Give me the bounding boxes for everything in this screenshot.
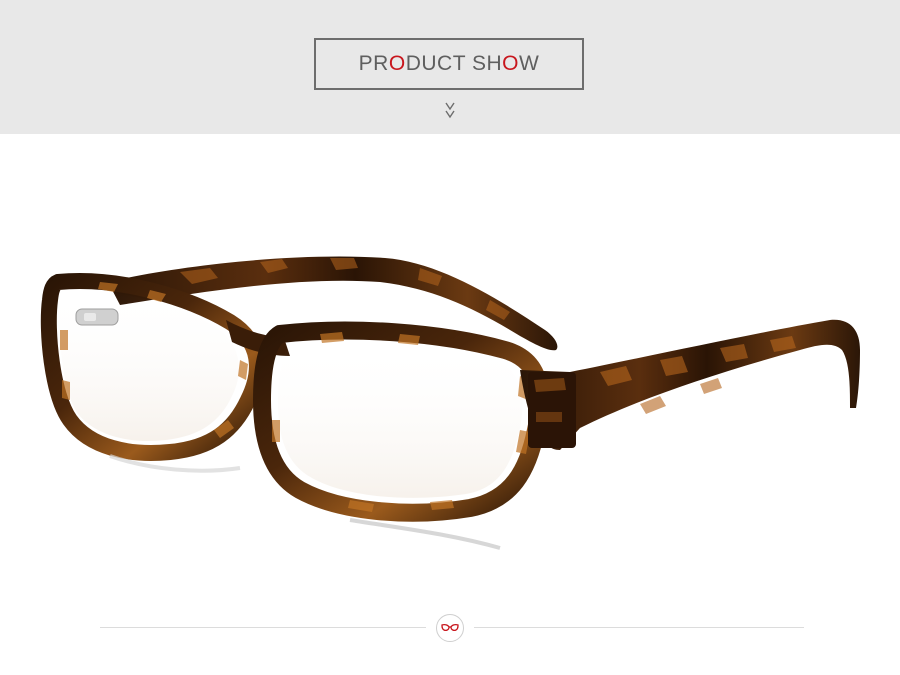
title-part-4-accent: O	[502, 52, 519, 75]
title-part-3: DUCT SH	[405, 52, 503, 75]
eyeglasses-product-photo	[40, 256, 860, 550]
divider-line-left	[100, 627, 426, 628]
divider-line-right	[474, 627, 804, 628]
product-show-title: PR O DUCT SH O W	[314, 38, 584, 90]
title-part-5: W	[519, 52, 540, 75]
double-chevron-down-icon	[445, 102, 455, 119]
glasses-logo-icon	[436, 614, 464, 642]
title-part-1: PR	[358, 52, 389, 75]
title-part-2-accent: O	[388, 52, 406, 75]
